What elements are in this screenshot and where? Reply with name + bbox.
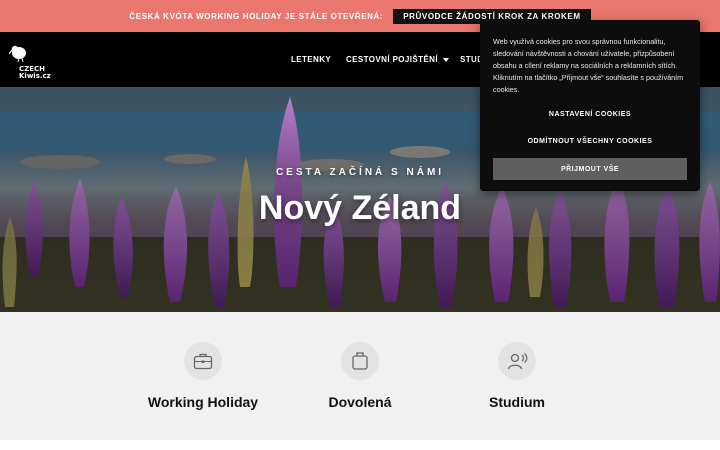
feature-label: Dovolená xyxy=(328,394,392,410)
nav-item-label: Letenky xyxy=(291,55,332,64)
features-section: Working Holiday Dovolená Studium xyxy=(0,312,720,440)
suitcase-icon xyxy=(352,352,368,370)
student-icon xyxy=(507,353,528,370)
feature-studium[interactable]: Studium xyxy=(437,342,597,410)
feature-label: Working Holiday xyxy=(147,394,259,410)
feature-dovolena[interactable]: Dovolená xyxy=(280,342,440,410)
cookie-settings-button[interactable]: Nastavení cookies xyxy=(493,111,687,118)
feature-working-holiday[interactable]: Working Holiday xyxy=(123,342,283,410)
nav-cestovni-pojisteni[interactable]: Cestovní pojištění xyxy=(346,32,449,87)
logo[interactable]: CZECH Kiwis.cz xyxy=(7,41,51,80)
briefcase-icon xyxy=(193,353,213,370)
reject-all-cookies-button[interactable]: Odmítnout všechny cookies xyxy=(493,138,687,145)
feature-label: Studium xyxy=(489,394,545,410)
nav-item-label: Cestovní pojištění xyxy=(346,55,438,64)
accept-all-button[interactable]: Přijmout vše xyxy=(493,158,687,180)
logo-line-2: Kiwis.cz xyxy=(19,72,51,80)
cookie-text: Web využívá cookies pro svou správnou fu… xyxy=(493,37,684,94)
nav-letenky[interactable]: Letenky xyxy=(291,32,331,87)
cookie-consent-dialog: Web využívá cookies pro svou správnou fu… xyxy=(480,20,700,191)
page-bottom xyxy=(0,440,720,450)
hero-title: Nový Zéland xyxy=(258,189,462,227)
chevron-down-icon xyxy=(442,57,449,62)
announcement-text: Česká kvóta Working Holiday je stále ote… xyxy=(129,11,384,21)
logo-text: CZECH Kiwis.cz xyxy=(19,66,51,80)
